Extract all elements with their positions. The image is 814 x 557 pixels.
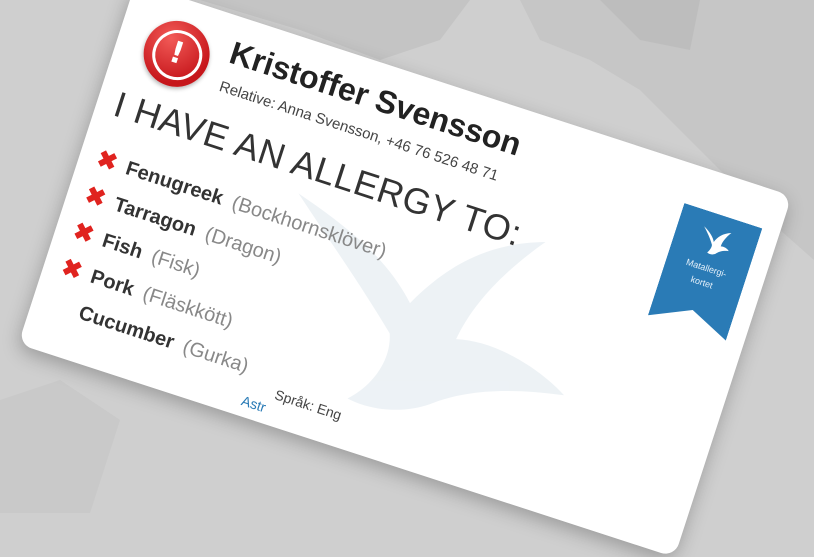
allergy-local-name: (Fisk) [148,245,203,283]
allergy-name: Fish [99,229,146,264]
footer-link[interactable]: Astr [239,392,268,415]
exclamation-alert-icon: ! [135,12,219,96]
brand-ribbon: Matallergi- kortet [648,203,762,341]
swallow-bird-icon [694,222,736,261]
allergy-name: Pork [87,265,137,301]
